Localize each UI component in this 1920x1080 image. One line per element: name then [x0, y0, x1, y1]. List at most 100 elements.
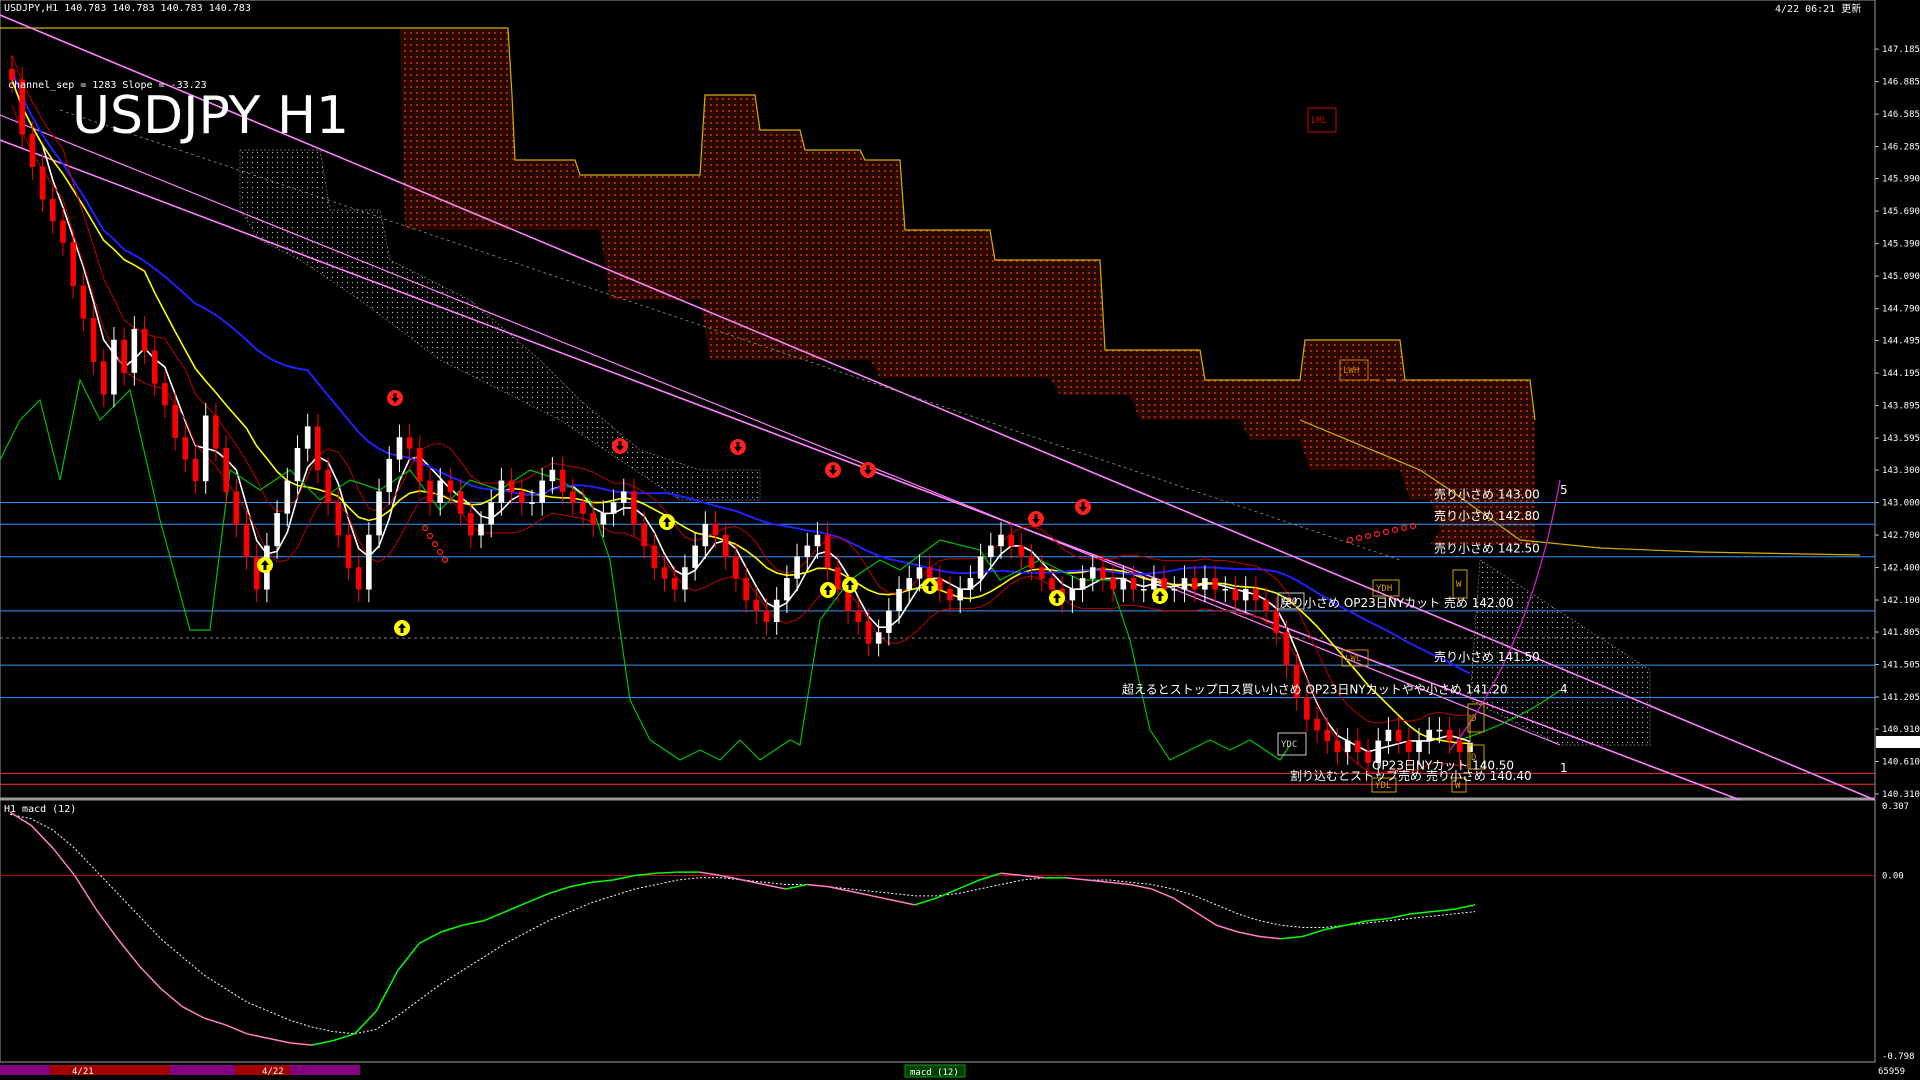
chart-canvas: LMLLWHYDH WYDOLWLYDCDDYDL W 売り小さめ 143.00売り…: [0, 0, 1920, 1080]
footer-bar: 4/21 4/22 macd (12) 65959: [0, 1063, 1905, 1080]
level-label: 売り小さめ 141.50: [1434, 649, 1540, 664]
price-tick-label: 141.505: [1882, 661, 1920, 671]
candle-body: [29, 133, 36, 167]
candle-body: [202, 415, 209, 482]
candle-body: [957, 588, 964, 601]
price-tick-label: 143.000: [1882, 499, 1920, 509]
price-tick-label: 144.495: [1882, 337, 1920, 347]
level-label: 売り小さめ 143.00: [1434, 487, 1540, 502]
candle-body: [967, 578, 974, 590]
price-tick-label: 145.090: [1882, 272, 1920, 282]
candle-body: [335, 502, 342, 536]
price-tick-label: 147.185: [1882, 45, 1920, 55]
candle-body: [233, 491, 240, 525]
candle-body: [1038, 567, 1045, 579]
candle-body: [355, 567, 362, 590]
level-label: 戻り小さめ OP23日NYカット 売め 142.00: [1280, 595, 1514, 610]
candle-body: [366, 534, 372, 590]
candle-body: [610, 502, 617, 514]
candle-body: [1365, 751, 1371, 763]
candle-body: [100, 361, 107, 395]
candle-body: [987, 545, 994, 558]
candle-body: [1355, 740, 1361, 753]
price-tick-label: 145.990: [1882, 175, 1920, 185]
candle-body: [1079, 578, 1086, 590]
candle-body: [345, 534, 352, 568]
candle-body: [9, 68, 15, 81]
candle-body: [1130, 578, 1137, 590]
macd-tick-label: 0.307: [1882, 802, 1909, 812]
candle-body: [1120, 578, 1127, 590]
candle-body: [733, 556, 739, 579]
main-title: USDJPY H1: [72, 86, 349, 146]
candle-body: [1242, 588, 1249, 601]
candle-body: [1191, 578, 1198, 590]
candle-body: [457, 491, 464, 514]
candle-body: [1263, 599, 1269, 612]
candle-body: [529, 502, 535, 504]
candle-body: [835, 567, 841, 590]
candle-body: [1406, 740, 1412, 753]
candle-body: [80, 285, 87, 319]
candle-body: [794, 556, 800, 579]
candle-body: [151, 350, 158, 384]
candle-body: [437, 480, 444, 503]
candle-body: [1222, 588, 1229, 591]
price-tick-label: 145.390: [1882, 240, 1920, 250]
candle-body: [468, 513, 474, 536]
candle-body: [865, 621, 872, 644]
candle-body: [1100, 567, 1106, 579]
candle-body: [1324, 729, 1331, 742]
candle-body: [814, 534, 821, 547]
price-tick-label: 140.910: [1882, 725, 1920, 735]
candle-body: [763, 610, 770, 623]
candle-body: [1202, 578, 1208, 590]
candle-body: [498, 480, 505, 503]
candle-body: [631, 491, 637, 525]
level-box-label: YDC: [1281, 740, 1297, 750]
candle-body: [1344, 740, 1351, 753]
price-tick-label: 144.790: [1882, 305, 1920, 315]
level-label: 超えるとストップロス買い小さめ OP23日NYカットやや小さめ 141.20: [1122, 682, 1508, 697]
candle-body: [1457, 740, 1463, 753]
candle-body: [937, 578, 943, 590]
wave-label: 1: [1560, 761, 1568, 775]
price-tick-label: 141.805: [1882, 628, 1920, 638]
candle-body: [1049, 578, 1055, 590]
price-tick-label: 146.585: [1882, 110, 1920, 120]
candle-body: [906, 578, 913, 590]
candle-body: [753, 599, 760, 612]
candle-body: [1416, 740, 1422, 753]
candle-body: [712, 523, 719, 536]
candle-body: [417, 448, 423, 482]
candle-body: [590, 513, 596, 525]
price-tick-label: 145.690: [1882, 207, 1920, 217]
level-label: 売り小さめ 142.50: [1434, 541, 1540, 556]
candle-body: [49, 198, 56, 222]
candle-body: [916, 567, 923, 579]
candle-body: [651, 545, 658, 568]
candle-body: [1181, 578, 1188, 590]
candle-body: [1232, 588, 1239, 601]
footer-tab[interactable]: macd (12): [910, 1068, 959, 1078]
candle-body: [141, 328, 148, 352]
price-tick-label: 143.595: [1882, 434, 1920, 444]
wave-label: 4: [1560, 682, 1568, 696]
symbol-info: USDJPY,H1 140.783 140.783 140.783 140.78…: [4, 3, 251, 14]
candle-body: [508, 480, 515, 493]
candle-body: [1161, 578, 1167, 590]
footer-right: 65959: [1878, 1067, 1905, 1077]
candle-body: [274, 513, 280, 547]
candle-body: [162, 383, 168, 406]
candle-body: [386, 458, 393, 493]
candle-body: [1314, 718, 1320, 731]
candle-body: [111, 339, 117, 395]
price-tick-label: 143.300: [1882, 466, 1920, 476]
candle-body: [784, 578, 790, 601]
candle-body: [661, 567, 668, 579]
candle-body: [406, 437, 413, 449]
candle-body: [875, 632, 882, 644]
price-tick-label: 146.885: [1882, 78, 1920, 88]
candle-body: [947, 588, 953, 601]
candle-body: [1018, 545, 1025, 558]
